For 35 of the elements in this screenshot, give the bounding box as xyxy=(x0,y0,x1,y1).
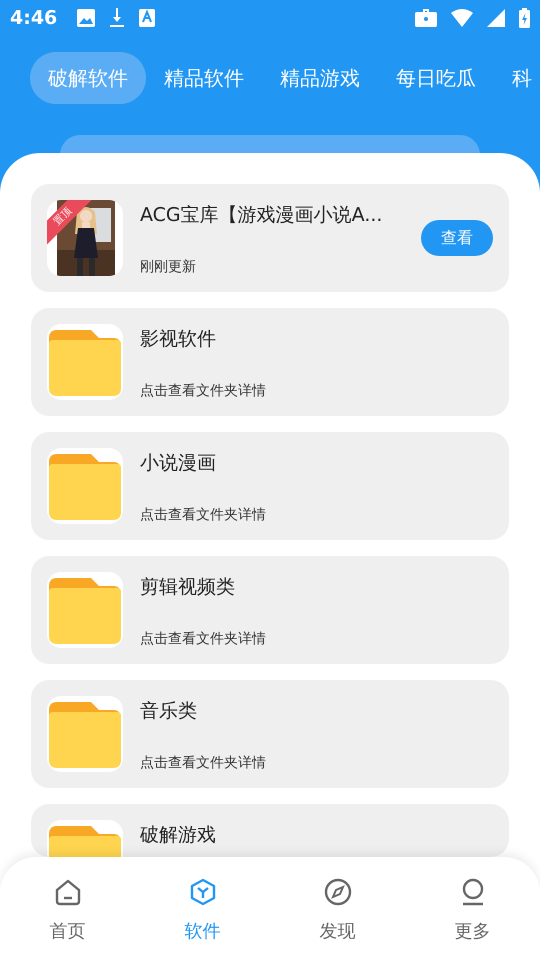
item-subtitle: 点击查看文件夹详情 xyxy=(140,754,267,772)
item-title: 剪辑视频类 xyxy=(140,575,236,600)
item-subtitle: 点击查看文件夹详情 xyxy=(140,630,267,648)
item-subtitle: 刚刚更新 xyxy=(140,258,197,276)
item-subtitle: 点击查看文件夹详情 xyxy=(140,382,267,400)
item-title: 小说漫画 xyxy=(140,451,217,476)
category-tab[interactable]: 精品游戏 xyxy=(262,52,378,104)
status-time: 4:46 xyxy=(10,7,58,29)
category-tab[interactable]: 精品软件 xyxy=(146,52,262,104)
image-icon xyxy=(77,9,96,27)
briefcase-icon xyxy=(415,9,437,27)
battery-icon xyxy=(519,8,530,28)
category-tab[interactable]: 每日吃瓜 xyxy=(378,52,494,104)
nav-tab[interactable]: 更多 xyxy=(405,857,540,960)
list-card[interactable]: 影视软件 点击查看文件夹详情 xyxy=(31,308,509,416)
list-card[interactable]: 置顶 ACG宝库【游戏漫画小说A... 刚刚更新 查看 xyxy=(31,184,509,292)
nav-tab[interactable]: 软件 xyxy=(135,857,270,960)
item-title: 破解游戏 xyxy=(140,823,217,848)
nav-tab[interactable]: 首页 xyxy=(0,857,135,960)
view-button[interactable]: 查看 xyxy=(421,220,493,256)
item-subtitle: 点击查看文件夹详情 xyxy=(140,506,267,524)
signal-icon xyxy=(487,9,505,27)
text-box-icon xyxy=(139,9,156,27)
wifi-icon xyxy=(451,9,473,27)
list-card[interactable]: 破解游戏 xyxy=(31,804,509,857)
item-title: ACG宝库【游戏漫画小说A... xyxy=(140,203,384,228)
download-icon xyxy=(109,8,126,28)
item-title: 影视软件 xyxy=(140,327,217,352)
item-title: 音乐类 xyxy=(140,699,198,724)
nav-tab[interactable]: 发现 xyxy=(270,857,405,960)
compass-icon xyxy=(322,877,352,907)
list-card[interactable]: 剪辑视频类 点击查看文件夹详情 xyxy=(31,556,509,664)
list-card[interactable]: 小说漫画 点击查看文件夹详情 xyxy=(31,432,509,540)
category-tab[interactable]: 科 xyxy=(494,52,532,104)
list-card[interactable]: 音乐类 点击查看文件夹详情 xyxy=(31,680,509,788)
